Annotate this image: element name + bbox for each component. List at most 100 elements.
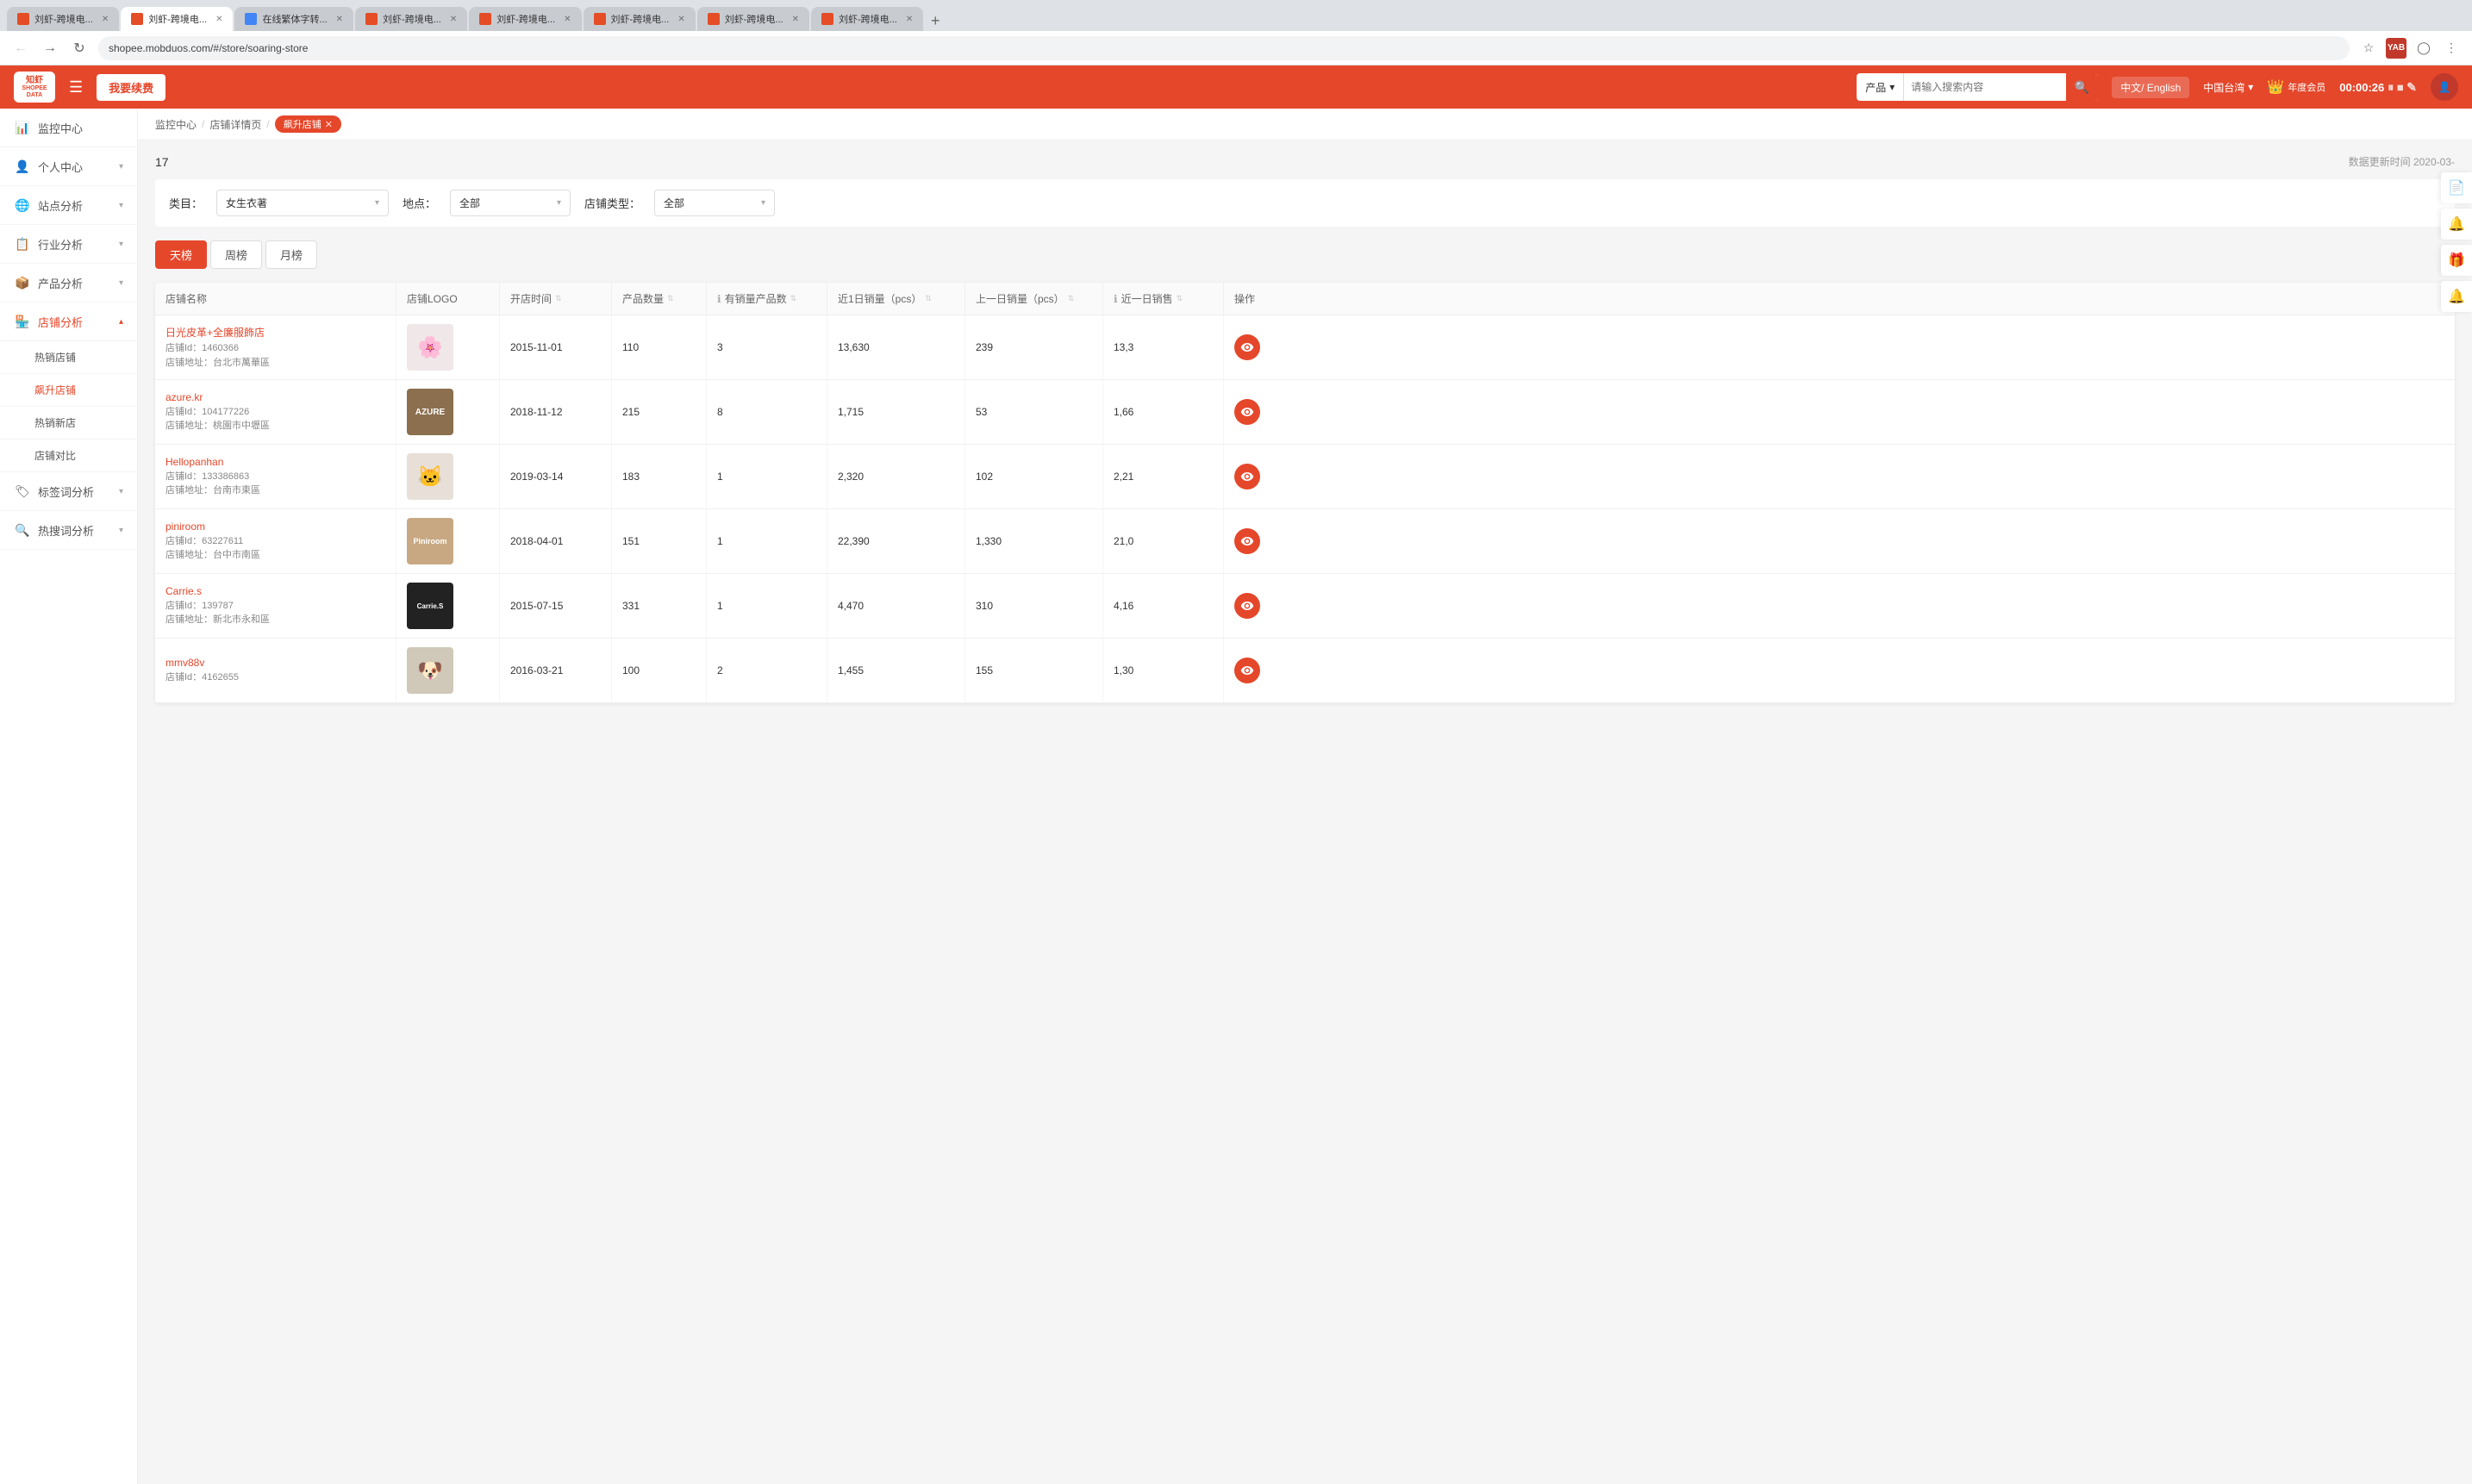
tab-close-8[interactable]: ✕ [906,15,913,24]
more-icon[interactable]: ⋮ [2441,38,2462,59]
sidebar-item-search[interactable]: 🔍 热搜词分析 ▾ [0,511,137,550]
personal-arrow: ▾ [119,162,123,171]
search-category-dropdown[interactable]: 产品 ▾ [1857,73,1904,101]
td-logo-1: 🌸 [396,315,500,379]
search-bar[interactable]: 产品 ▾ 🔍 [1857,73,2098,101]
view-button-2[interactable] [1234,399,1260,425]
tab-close-5[interactable]: ✕ [564,15,571,24]
search-input[interactable] [1904,76,2066,98]
sidebar-sub-new-store[interactable]: 热销新店 [0,407,137,440]
daily-sales-1: 13,630 [838,341,870,353]
sidebar-item-tags[interactable]: 🏷 标签词分析 ▾ [0,472,137,511]
tab-close-1[interactable]: ✕ [102,15,109,24]
td-logo-6: 🐶 [396,639,500,702]
content-area: 17 数据更新时间 2020-03- 类目： 女生衣著 ▾ 地点： 全部 ▾ 店… [138,140,2472,717]
browser-tab-4[interactable]: 刘虾-跨境电... ✕ [355,7,467,31]
timer-pause-button[interactable]: ⏸ [2388,80,2394,95]
td-prev-daily-6: 155 [965,639,1103,702]
sort-sales-product[interactable]: ⇅ [790,296,797,302]
back-button[interactable]: ← [10,38,31,59]
td-daily-sales-6: 1,455 [827,639,965,702]
user-avatar[interactable]: 👤 [2431,73,2458,101]
sidebar-item-industry[interactable]: 📋 行业分析 ▾ [0,225,137,264]
tab-close-6[interactable]: ✕ [677,15,684,24]
sidebar-item-monitor[interactable]: 📊 监控中心 [0,109,137,147]
browser-tab-5[interactable]: 刘虾-跨境电... ✕ [469,7,581,31]
timer-stop-button[interactable]: ⏹ [2397,80,2403,95]
sort-daily-sales[interactable]: ⇅ [925,296,932,302]
tab-close-2[interactable]: ✕ [215,15,222,24]
recent-sales-info-icon[interactable]: ℹ [1114,293,1118,305]
browser-tab-2[interactable]: 刘虾-跨境电... ✕ [121,7,233,31]
shop-name-link-1[interactable]: 日光皮革+全廉服飾店 [165,327,265,339]
sort-product-count[interactable]: ⇅ [667,296,674,302]
category-select[interactable]: 女生衣著 ▾ [216,190,389,216]
sidebar-sub-hot-store[interactable]: 热销店铺 [0,341,137,374]
shop-logo-1: 🌸 [407,324,453,371]
sales-product-info-icon[interactable]: ℹ [717,293,721,305]
browser-tab-8[interactable]: 刘虾-跨境电... ✕ [811,7,923,31]
rs-bell-icon[interactable]: 🔔 [2441,209,2472,240]
search-button[interactable]: 🔍 [2066,73,2098,101]
view-button-3[interactable] [1234,464,1260,489]
region-selector[interactable]: 中国台湾 ▾ [2203,80,2253,95]
shop-meta-2: 店铺Id：104177226 店铺地址：桃園市中壢區 [165,405,270,433]
sidebar-item-store[interactable]: 🏪 店铺分析 ▴ [0,302,137,341]
language-switcher[interactable]: 中文/ English [2112,77,2189,98]
view-button-6[interactable] [1234,658,1260,683]
tab-close-3[interactable]: ✕ [336,15,343,24]
td-daily-sales-5: 4,470 [827,574,965,638]
sort-recent-sales[interactable]: ⇅ [1177,296,1183,302]
yab-icon[interactable]: YAB [2386,38,2406,59]
breadcrumb-rising-tag[interactable]: 飙升店铺 ✕ [275,115,341,133]
shop-name-link-3[interactable]: Hellopanhan [165,456,223,468]
shop-name-link-2[interactable]: azure.kr [165,391,203,403]
menu-button[interactable]: ☰ [69,78,83,97]
browser-tab-6[interactable]: 刘虾-跨境电... ✕ [584,7,696,31]
browser-tab-7[interactable]: 刘虾-跨境电... ✕ [697,7,809,31]
rs-alert-icon[interactable]: 🔔 [2441,281,2472,312]
sort-prev-daily[interactable]: ⇅ [1068,296,1075,302]
upgrade-button[interactable]: 我要续费 [97,74,165,101]
sidebar-item-personal[interactable]: 👤 个人中心 ▾ [0,147,137,186]
tab-favicon-3 [245,13,257,25]
breadcrumb-monitor[interactable]: 监控中心 [155,117,197,132]
sidebar-item-product[interactable]: 📦 产品分析 ▾ [0,264,137,302]
tab-label-8: 刘虾-跨境电... [839,12,897,26]
url-bar[interactable]: shopee.mobduos.com/#/store/soaring-store [98,36,2350,60]
tab-close-4[interactable]: ✕ [450,15,457,24]
timer-edit-button[interactable]: ✎ [2406,80,2417,95]
sidebar-item-site[interactable]: 🌐 站点分析 ▾ [0,186,137,225]
tab-monthly[interactable]: 月榜 [265,240,317,269]
location-select[interactable]: 全部 ▾ [450,190,571,216]
tab-close-7[interactable]: ✕ [792,15,799,24]
browser-tab-1[interactable]: 刘虾-跨境电... ✕ [7,7,119,31]
breadcrumb-store-detail[interactable]: 店铺详情页 [209,117,261,132]
rs-gift-icon[interactable]: 🎁 [2441,245,2472,276]
tab-daily[interactable]: 天榜 [155,240,207,269]
star-icon[interactable]: ☆ [2358,38,2379,59]
refresh-button[interactable]: ↻ [69,38,90,59]
breadcrumb-tag-close[interactable]: ✕ [325,119,333,130]
account-icon[interactable]: ◯ [2413,38,2434,59]
view-button-5[interactable] [1234,593,1260,619]
rs-document-icon[interactable]: 📄 [2441,172,2472,203]
shop-meta-6: 店铺Id：4162655 [165,670,239,685]
shop-name-link-5[interactable]: Carrie.s [165,585,202,597]
view-button-4[interactable] [1234,528,1260,554]
new-tab-button[interactable]: + [925,10,946,31]
view-button-1[interactable] [1234,334,1260,360]
shop-name-link-4[interactable]: piniroom [165,521,205,533]
recent-sales-2: 1,66 [1114,406,1133,418]
store-type-select[interactable]: 全部 ▾ [654,190,775,216]
tab-weekly[interactable]: 周榜 [210,240,262,269]
record-count: 17 [155,155,169,169]
forward-button[interactable]: → [40,38,60,59]
sidebar-sub-compare-store[interactable]: 店铺对比 [0,440,137,472]
shop-name-link-6[interactable]: mmv88v [165,657,204,669]
browser-tab-3[interactable]: 在线繁体字转... ✕ [234,7,353,31]
sidebar-sub-rising-store[interactable]: 飙升店铺 [0,374,137,407]
recent-sales-1: 13,3 [1114,341,1133,353]
sort-open-date[interactable]: ⇅ [555,296,562,302]
tab-favicon-4 [365,13,378,25]
